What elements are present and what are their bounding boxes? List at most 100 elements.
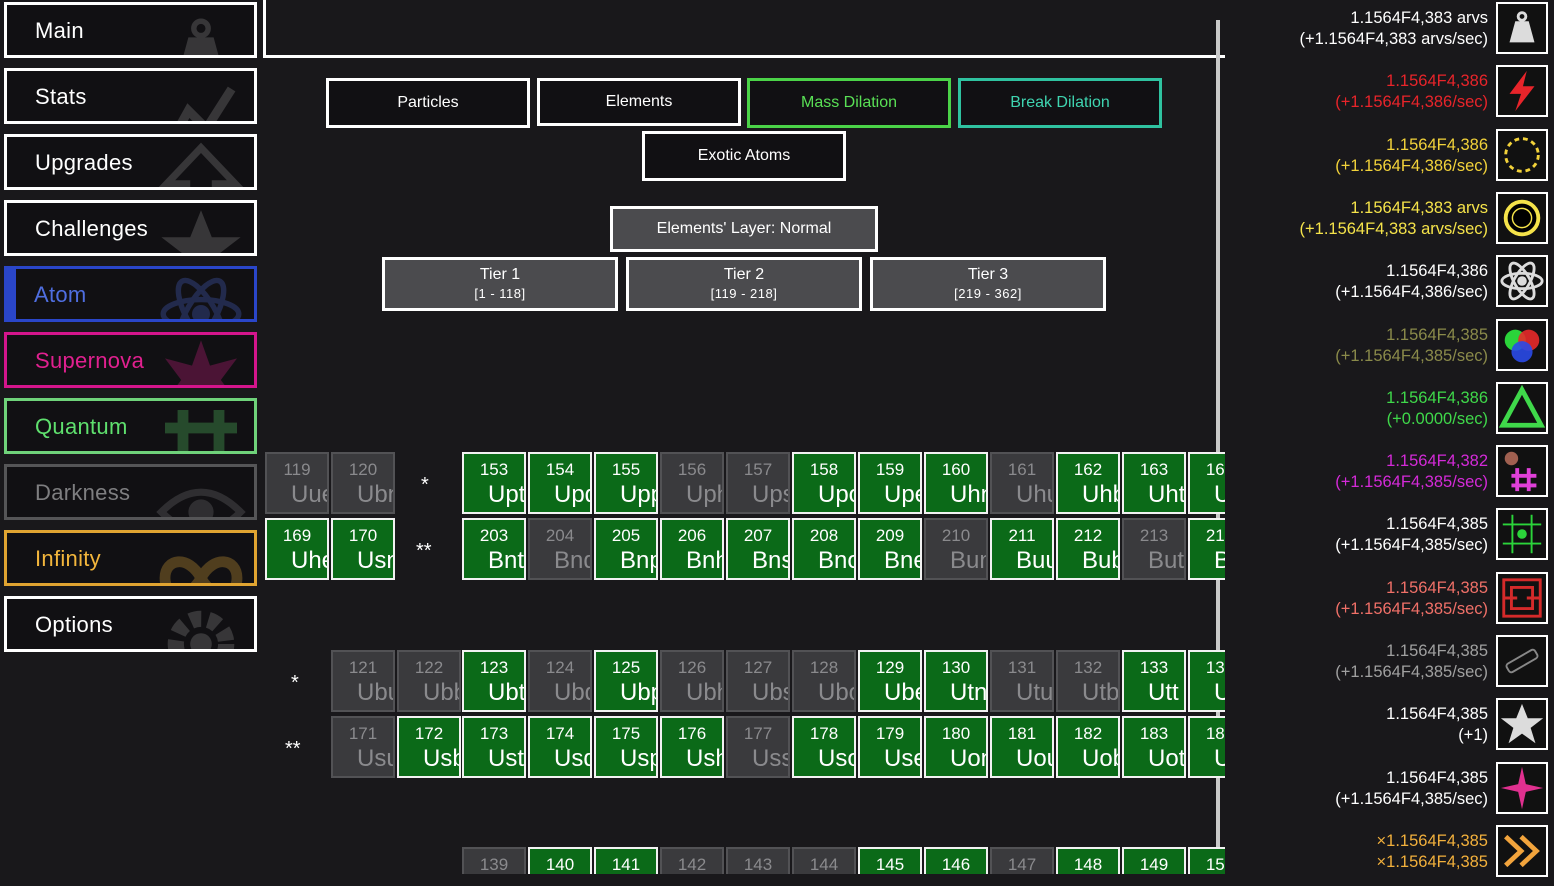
tab-exotic-atoms[interactable]: Exotic Atoms — [642, 131, 846, 181]
element-cell[interactable]: 121 Ubu — [331, 650, 395, 712]
tier-1-button[interactable]: Tier 1 [1 - 118] — [382, 257, 618, 311]
tab-darkness[interactable]: Darkness — [4, 464, 257, 520]
star-icon[interactable] — [1496, 698, 1548, 751]
triangle-icon[interactable] — [1496, 381, 1548, 434]
element-cell[interactable]: 172 Usb — [397, 716, 461, 778]
element-cell[interactable]: 139Utn — [462, 847, 526, 874]
elements-layer-button[interactable]: Elements' Layer: Normal — [610, 206, 878, 252]
element-cell[interactable]: 174 Usq — [528, 716, 592, 778]
element-cell[interactable]: 203 Bnt — [462, 518, 526, 580]
element-cell[interactable]: 119 Uue — [265, 452, 329, 514]
element-cell[interactable]: 126 Ubh — [660, 650, 724, 712]
element-cell[interactable]: 163 Uht — [1122, 452, 1186, 514]
element-cell[interactable]: 179 Use — [858, 716, 922, 778]
element-cell[interactable]: 145Uqp — [858, 847, 922, 874]
element-cell[interactable]: 134 Utq — [1188, 650, 1225, 712]
element-cell[interactable]: 143Uqt — [726, 847, 790, 874]
element-cell[interactable]: 125 Ubp — [594, 650, 658, 712]
element-cell[interactable]: 211 Buu — [990, 518, 1054, 580]
element-cell[interactable]: 132 Utb — [1056, 650, 1120, 712]
element-cell[interactable]: 130 Utn — [924, 650, 988, 712]
element-cell[interactable]: 173 Ust — [462, 716, 526, 778]
element-cell[interactable]: 205 Bnp — [594, 518, 658, 580]
sparkle-icon[interactable] — [1496, 761, 1548, 814]
element-cell[interactable]: 144Uqq — [792, 847, 856, 874]
element-cell[interactable]: 160 Uhn — [924, 452, 988, 514]
element-cell[interactable]: 164 Uhq — [1188, 452, 1225, 514]
quarks-icon[interactable] — [1496, 318, 1548, 371]
element-cell[interactable]: 206 Bnh — [660, 518, 724, 580]
tab-particles[interactable]: Particles — [326, 78, 530, 128]
element-cell[interactable]: 155 Upp — [594, 452, 658, 514]
tab-elements[interactable]: Elements — [537, 78, 741, 126]
grid-icon[interactable] — [1496, 508, 1548, 561]
tab-mass-dilation[interactable]: Mass Dilation — [747, 78, 951, 128]
element-cell[interactable]: 170 Usn — [331, 518, 395, 580]
element-cell[interactable]: 169 Uhe — [265, 518, 329, 580]
tab-main[interactable]: Main — [4, 2, 257, 58]
element-cell[interactable]: 120 Ubn — [331, 452, 395, 514]
element-cell[interactable]: 161 Uhu — [990, 452, 1054, 514]
element-cell[interactable]: 128 Ubo — [792, 650, 856, 712]
tab-atom[interactable]: Atom — [4, 266, 257, 322]
element-cell[interactable]: 142Uqb — [660, 847, 724, 874]
atom-icon[interactable] — [1496, 255, 1548, 308]
element-cell[interactable]: 210 Bun — [924, 518, 988, 580]
fast-forward-icon[interactable] — [1496, 824, 1548, 877]
element-cell[interactable]: 129 Ube — [858, 650, 922, 712]
element-cell[interactable]: 175 Usp — [594, 716, 658, 778]
element-cell[interactable]: 133 Utt — [1122, 650, 1186, 712]
tab-quantum[interactable]: Quantum — [4, 398, 257, 454]
dashed-ring-icon[interactable] — [1496, 128, 1548, 181]
element-cell[interactable]: 182 Uob — [1056, 716, 1120, 778]
tab-supernova[interactable]: Supernova — [4, 332, 257, 388]
tab-infinity[interactable]: Infinity — [4, 530, 257, 586]
maze-icon[interactable] — [1496, 571, 1548, 624]
element-cell[interactable]: 158 Upo — [792, 452, 856, 514]
tier-3-button[interactable]: Tier 3 [219 - 362] — [870, 257, 1106, 311]
element-cell[interactable]: 124 Ubq — [528, 650, 592, 712]
element-cell[interactable]: 146Uqh — [924, 847, 988, 874]
element-cell[interactable]: 159 Upe — [858, 452, 922, 514]
element-cell[interactable]: 122 Ubb — [397, 650, 461, 712]
element-cell[interactable]: 176 Ush — [660, 716, 724, 778]
element-cell[interactable]: 154 Upq — [528, 452, 592, 514]
tier-2-button[interactable]: Tier 2 [119 - 218] — [626, 257, 862, 311]
element-cell[interactable]: 207 Bns — [726, 518, 790, 580]
element-cell[interactable]: 157 Ups — [726, 452, 790, 514]
hash-icon[interactable] — [1496, 445, 1548, 498]
lightning-icon[interactable] — [1496, 65, 1548, 118]
element-cell[interactable]: 149Uqe — [1122, 847, 1186, 874]
element-cell[interactable]: 181 Uou — [990, 716, 1054, 778]
element-cell[interactable]: 214 Buq — [1188, 518, 1225, 580]
tab-upgrades[interactable]: Upgrades — [4, 134, 257, 190]
element-cell[interactable]: 180 Uon — [924, 716, 988, 778]
element-cell[interactable]: 131 Utu — [990, 650, 1054, 712]
weight-icon[interactable] — [1496, 2, 1548, 54]
element-cell[interactable]: 208 Bno — [792, 518, 856, 580]
element-cell[interactable]: 177 Uss — [726, 716, 790, 778]
black-hole-icon[interactable] — [1496, 191, 1548, 244]
element-cell[interactable]: 148Uqo — [1056, 847, 1120, 874]
element-cell[interactable]: 123 Ubt — [462, 650, 526, 712]
element-cell[interactable]: 147Uqs — [990, 847, 1054, 874]
tab-break-dilation[interactable]: Break Dilation — [958, 78, 1162, 128]
element-cell[interactable]: 127 Ubs — [726, 650, 790, 712]
element-cell[interactable]: 209 Bne — [858, 518, 922, 580]
element-cell[interactable]: 153 Upt — [462, 452, 526, 514]
element-cell[interactable]: 171 Usu — [331, 716, 395, 778]
bar-icon[interactable] — [1496, 635, 1548, 687]
element-cell[interactable]: 184 Uoq — [1188, 716, 1225, 778]
element-cell[interactable]: 183 Uot — [1122, 716, 1186, 778]
tab-challenges[interactable]: Challenges — [4, 200, 257, 256]
element-cell[interactable]: 162 Uhb — [1056, 452, 1120, 514]
element-cell[interactable]: 140Uqn — [528, 847, 592, 874]
element-cell[interactable]: 178 Uso — [792, 716, 856, 778]
tab-options[interactable]: Options — [4, 596, 257, 652]
element-cell[interactable]: 212 Bub — [1056, 518, 1120, 580]
element-cell[interactable]: 141Uqu — [594, 847, 658, 874]
element-cell[interactable]: 150Upn — [1188, 847, 1225, 874]
element-cell[interactable]: 156 Uph — [660, 452, 724, 514]
tab-stats[interactable]: Stats — [4, 68, 257, 124]
element-cell[interactable]: 204 Bnq — [528, 518, 592, 580]
